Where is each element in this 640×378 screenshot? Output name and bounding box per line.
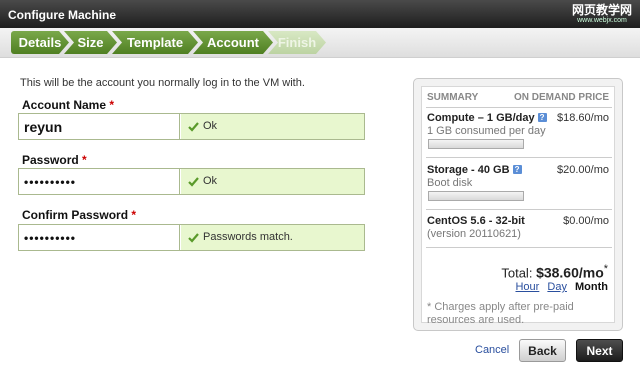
password-status: Ok: [181, 169, 364, 194]
wizard-steps: Details Size Template Account Finish: [0, 28, 640, 58]
watermark-text: 网页教学网: [571, 3, 632, 17]
storage-subtext: Boot disk: [427, 177, 473, 189]
required-mark: *: [131, 208, 137, 222]
storage-price: $20.00/mo: [557, 164, 609, 176]
account-name-label-text: Account Name: [22, 98, 107, 112]
check-icon: [188, 177, 199, 187]
summary-heading: SUMMARY: [427, 92, 479, 103]
window-title: Configure Machine: [8, 8, 117, 22]
step-template[interactable]: Template: [112, 31, 198, 54]
password-status-text: Ok: [203, 175, 218, 187]
compute-item-label: Compute – 1 GB/day: [427, 112, 535, 124]
confirm-password-group: Passwords match.: [18, 224, 365, 251]
summary-content: SUMMARY ON DEMAND PRICE Compute – 1 GB/d…: [421, 86, 615, 326]
confirm-password-status: Passwords match.: [181, 225, 364, 250]
watermark-url: www.webjx.com: [577, 17, 627, 24]
os-subtext: (version 20110621): [427, 228, 521, 240]
compute-subtext: 1 GB consumed per day: [427, 125, 546, 137]
required-mark: *: [109, 98, 115, 112]
confirm-password-status-text: Passwords match.: [203, 231, 293, 243]
required-mark: *: [82, 153, 87, 167]
confirm-password-label: Confirm Password *: [22, 208, 136, 222]
password-input[interactable]: [19, 169, 180, 194]
total-price: Total: $38.60/mo*: [501, 263, 608, 280]
total-value: $38.60/mo: [536, 264, 604, 281]
account-name-status-text: Ok: [203, 120, 218, 132]
step-account[interactable]: Account: [193, 31, 273, 54]
total-asterisk: *: [603, 263, 608, 275]
next-button[interactable]: Next: [576, 339, 623, 362]
intro-text: This will be the account you normally lo…: [20, 77, 305, 89]
watermark-logo: 网页教学网 www.webjx.com: [570, 4, 634, 25]
storage-item-name: Storage - 40 GB?: [427, 164, 522, 176]
step-size[interactable]: Size: [64, 31, 117, 54]
back-button[interactable]: Back: [519, 339, 566, 362]
total-label: Total:: [501, 265, 533, 281]
os-price: $0.00/mo: [563, 215, 609, 227]
period-day-link[interactable]: Day: [547, 281, 567, 293]
window-titlebar: Configure Machine 网页教学网 www.webjx.com: [0, 0, 640, 28]
os-item-name: CentOS 5.6 - 32-bit: [427, 215, 525, 227]
check-icon: [188, 233, 199, 243]
account-name-status: Ok: [181, 114, 364, 139]
period-month-selected: Month: [575, 281, 608, 293]
step-finish: Finish: [268, 31, 326, 54]
period-hour-link[interactable]: Hour: [515, 281, 539, 293]
compute-price: $18.60/mo: [557, 112, 609, 124]
password-label: Password *: [22, 153, 87, 167]
storage-item-label: Storage - 40 GB: [427, 164, 510, 176]
divider: [426, 107, 612, 108]
account-name-label: Account Name *: [22, 98, 114, 112]
compute-usage-meter: [428, 139, 524, 149]
password-label-text: Password: [22, 153, 79, 167]
price-heading: ON DEMAND PRICE: [513, 92, 609, 103]
confirm-password-input[interactable]: [19, 225, 180, 250]
step-details[interactable]: Details: [11, 31, 69, 54]
password-group: Ok: [18, 168, 365, 195]
cancel-link[interactable]: Cancel: [475, 344, 509, 356]
check-icon: [188, 122, 199, 132]
storage-usage-meter: [428, 191, 524, 201]
divider: [426, 247, 612, 248]
confirm-password-label-text: Confirm Password: [22, 208, 129, 222]
divider: [426, 209, 612, 210]
account-name-group: Ok: [18, 113, 365, 140]
summary-panel: SUMMARY ON DEMAND PRICE Compute – 1 GB/d…: [413, 78, 623, 331]
account-name-input[interactable]: [19, 114, 180, 139]
divider: [426, 157, 612, 158]
charges-note: * Charges apply after pre-paid resources…: [427, 301, 574, 326]
info-icon[interactable]: ?: [537, 113, 547, 122]
billing-period-switch: Hour Day Month: [510, 281, 608, 293]
info-icon[interactable]: ?: [512, 165, 522, 174]
compute-item-name: Compute – 1 GB/day?: [427, 112, 547, 124]
